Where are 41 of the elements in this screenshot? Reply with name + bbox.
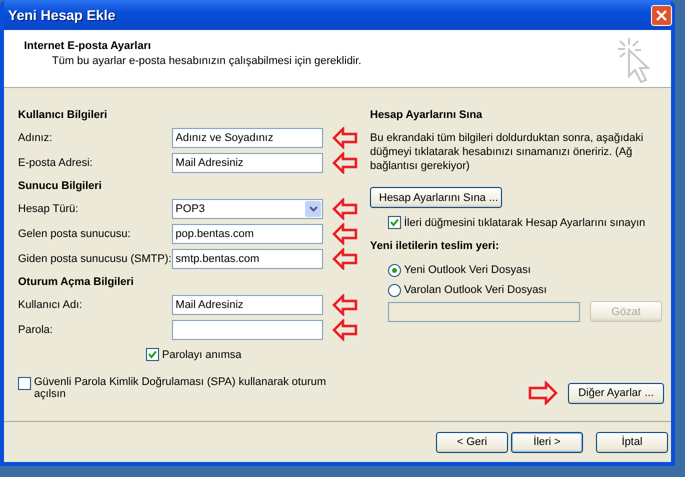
group-heading: Kullanıcı Bilgileri — [18, 108, 108, 122]
radio-label: Yeni Outlook Veri Dosyası — [404, 264, 531, 276]
password-field[interactable] — [172, 320, 324, 340]
radio-button[interactable] — [388, 284, 401, 296]
section-title: Internet E-posta Ayarları — [24, 40, 152, 52]
description-text: Bu ekrandaki tüm bilgileri doldurduktan sonra, aşağıdaki düğmeyi tıklatarak hesabınızı sınamanızı öneririz. (Ağ bağlantısı gerekiyor) — [370, 131, 644, 173]
radio-button[interactable] — [388, 264, 401, 276]
group-heading: Hesap Ayarlarını Sına — [370, 108, 484, 122]
field-label: Hesap Türü: — [18, 202, 80, 214]
input-field[interactable]: pop.bentas.com — [172, 224, 324, 244]
window-title: Yeni Hesap Ekle — [8, 7, 116, 23]
field-label: E-posta Adresi: — [18, 156, 94, 168]
input-field[interactable]: smtp.bentas.com — [172, 248, 324, 268]
test-settings-button[interactable]: Hesap Ayarlarını Sına ... — [370, 187, 502, 208]
field-label: Parola: — [18, 324, 54, 336]
more-settings-button[interactable]: Diğer Ayarlar ... — [568, 382, 664, 404]
field-label: Gelen posta sunucusu: — [18, 228, 132, 240]
data-file-field[interactable] — [388, 302, 580, 322]
group-heading: Oturum Açma Bilgileri — [18, 274, 135, 290]
input-field[interactable]: Adınız ve Soyadınız — [172, 128, 324, 148]
account-type-dropdown[interactable]: POP3 — [172, 198, 324, 218]
field-label: Kullanıcı Adı: — [18, 298, 84, 310]
input-field[interactable]: Mail Adresiniz — [172, 152, 324, 172]
checkbox-label: Güvenli Parola Kimlik Doğrulaması (SPA) kullanarak oturum açılsın — [34, 376, 328, 400]
close-button[interactable] — [651, 4, 672, 26]
dialog-button[interactable]: İleri > — [511, 432, 583, 452]
checkbox-label: Parolayı anımsa — [162, 348, 242, 360]
input-field[interactable]: Mail Adresiniz — [172, 294, 324, 314]
field-label: Adınız: — [18, 132, 54, 144]
checkbox[interactable] — [18, 377, 31, 390]
checkbox[interactable] — [146, 348, 159, 361]
checkbox-label: İleri düğmesini tıklatarak Hesap Ayarlarını sınayın — [404, 216, 646, 228]
checkbox[interactable] — [388, 216, 401, 229]
group-heading: Yeni iletilerin teslim yeri: — [370, 238, 500, 254]
field-label: Giden posta sunucusu (SMTP): — [18, 252, 172, 264]
dialog-button[interactable]: İptal — [596, 432, 668, 452]
dialog-button[interactable]: < Geri — [436, 432, 508, 452]
group-heading: Sunucu Bilgileri — [18, 178, 103, 194]
section-subtitle: Tüm bu ayarlar e-posta hesabınızın çalışabilmesi için gereklidir. — [52, 55, 362, 67]
close-icon — [655, 8, 668, 22]
radio-label: Varolan Outlook Veri Dosyası — [404, 284, 547, 296]
